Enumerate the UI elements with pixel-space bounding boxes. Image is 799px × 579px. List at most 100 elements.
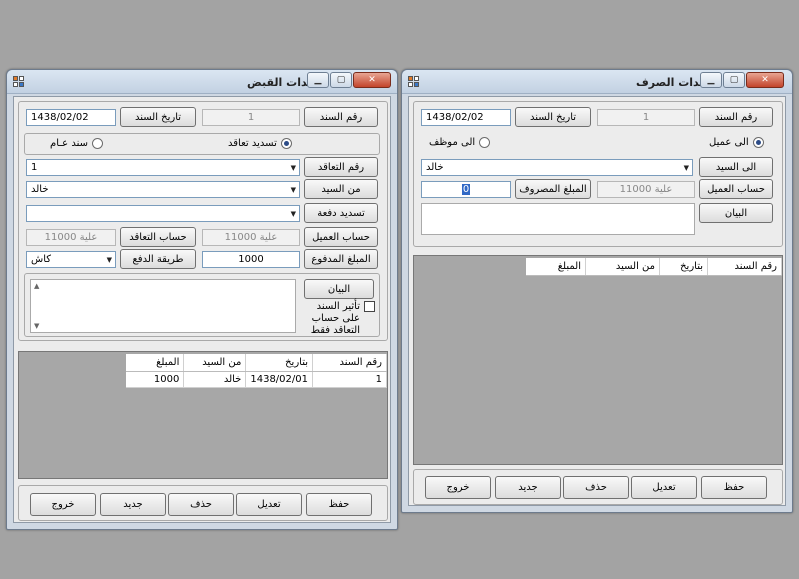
new-button[interactable]: جديد <box>100 493 166 516</box>
statement-label: البيان <box>699 203 773 223</box>
to-employee-radio[interactable]: الى موظف <box>429 137 491 148</box>
client-account-label: حساب العميل <box>699 179 773 199</box>
exit-button[interactable]: خروج <box>425 476 491 499</box>
radio-label: تسديد تعاقد <box>228 138 277 149</box>
date-label: تاريخ السند <box>515 107 591 127</box>
minimize-button[interactable]: ▁ <box>700 72 722 88</box>
spent-amount-field[interactable]: 0 <box>421 181 511 198</box>
combo-value: خالد <box>426 162 444 173</box>
combo-value: كاش <box>31 254 52 265</box>
radio-selected-icon <box>280 138 292 149</box>
radio-label: الى موظف <box>429 137 476 148</box>
cell-voucher-no: 1 <box>312 371 387 388</box>
contract-no-combo[interactable]: 1 ▼ <box>26 159 300 176</box>
client-account-field: علية 11000 <box>202 229 300 246</box>
radio-selected-icon <box>752 137 764 148</box>
vouchers-grid[interactable]: رقم السند بتاريخ من السيد المبلغ 1 1438/… <box>18 351 388 479</box>
radio-unselected-icon <box>91 138 103 149</box>
statement-textarea[interactable] <box>421 203 695 235</box>
table-row[interactable]: 1 1438/02/01 خالد 1000 <box>125 371 387 388</box>
vouchers-grid[interactable]: رقم السند بتاريخ من السيد المبلغ <box>413 255 783 465</box>
affect-contract-checkbox[interactable] <box>364 301 375 312</box>
paid-amount-label: المبلغ المدفوع <box>304 249 378 269</box>
dropdown-arrow-icon[interactable]: ▼ <box>684 164 689 172</box>
dropdown-arrow-icon[interactable]: ▼ <box>107 256 112 264</box>
close-button[interactable]: ✕ <box>353 72 391 88</box>
dropdown-arrow-icon[interactable]: ▼ <box>291 210 296 218</box>
spent-amount-label: المبلغ المصروف <box>515 179 591 199</box>
save-button[interactable]: حفظ <box>306 493 372 516</box>
col-from[interactable]: من السيد <box>183 354 247 372</box>
col-from[interactable]: من السيد <box>585 258 660 276</box>
payment-method-label: طريقة الدفع <box>120 249 196 269</box>
cell-amount: 1000 <box>125 371 185 388</box>
statement-textarea[interactable]: ▲ ▼ <box>30 279 296 333</box>
vouchers-table: رقم السند بتاريخ من السيد المبلغ <box>525 258 782 276</box>
combo-value: خالد <box>31 184 49 195</box>
combo-value: 1 <box>31 162 38 173</box>
installment-combo[interactable]: ▼ <box>26 205 300 222</box>
col-voucher-no[interactable]: رقم السند <box>312 354 387 372</box>
cell-from: خالد <box>183 371 247 388</box>
voucher-no-field: 1 <box>597 109 695 126</box>
radio-label: سند عـام <box>50 138 88 149</box>
cell-date: 1438/02/01 <box>245 371 313 388</box>
affect-contract-label: تأثير السند على حساب التعاقد فقط <box>310 301 360 336</box>
delete-button[interactable]: حذف <box>168 493 234 516</box>
edit-button[interactable]: تعديل <box>631 476 697 499</box>
maximize-button[interactable]: ▢ <box>330 72 352 88</box>
from-combo[interactable]: خالد ▼ <box>26 181 300 198</box>
close-button[interactable]: ✕ <box>746 72 784 88</box>
maximize-button[interactable]: ▢ <box>723 72 745 88</box>
to-label: الى السيد <box>699 157 773 177</box>
app-icon <box>408 76 420 88</box>
grid-header-row: رقم السند بتاريخ من السيد المبلغ <box>525 258 782 276</box>
title-bar[interactable]: سندات الصرف ▁ ▢ ✕ <box>402 70 792 94</box>
date-field[interactable]: 1438/02/02 <box>26 109 116 126</box>
scroll-down-icon[interactable]: ▼ <box>34 322 39 330</box>
client-account-field: علية 11000 <box>597 181 695 198</box>
date-field[interactable]: 1438/02/02 <box>421 109 511 126</box>
payment-method-combo[interactable]: كاش ▼ <box>26 251 116 268</box>
col-date[interactable]: بتاريخ <box>659 258 708 276</box>
to-client-radio[interactable]: الى عميل <box>709 137 764 148</box>
contract-no-label: رقم التعاقد <box>304 157 378 177</box>
contract-account-field: علية 11000 <box>26 229 116 246</box>
general-voucher-radio[interactable]: سند عـام <box>50 138 103 149</box>
date-label: تاريخ السند <box>120 107 196 127</box>
voucher-no-label: رقم السند <box>699 107 773 127</box>
paid-amount-field[interactable]: 1000 <box>202 251 300 268</box>
col-amount[interactable]: المبلغ <box>125 354 185 372</box>
radio-label: الى عميل <box>709 137 749 148</box>
scroll-up-icon[interactable]: ▲ <box>34 282 39 290</box>
window-client: رقم السند 1 تاريخ السند 1438/02/02 الى ع… <box>408 96 786 506</box>
voucher-no-field: 1 <box>202 109 300 126</box>
new-button[interactable]: جديد <box>495 476 561 499</box>
receipt-vouchers-window: سندات القبض ▁ ▢ ✕ رقم السند 1 تاريخ السن… <box>6 69 398 530</box>
grid-header-row: رقم السند بتاريخ من السيد المبلغ <box>125 354 387 372</box>
window-client: رقم السند 1 تاريخ السند 1438/02/02 تسديد… <box>13 96 391 523</box>
col-amount[interactable]: المبلغ <box>525 258 586 276</box>
radio-unselected-icon <box>479 137 491 148</box>
dropdown-arrow-icon[interactable]: ▼ <box>291 164 296 172</box>
edit-button[interactable]: تعديل <box>236 493 302 516</box>
col-voucher-no[interactable]: رقم السند <box>707 258 782 276</box>
title-bar[interactable]: سندات القبض ▁ ▢ ✕ <box>7 70 397 94</box>
spent-amount-value: 0 <box>461 184 471 195</box>
save-button[interactable]: حفظ <box>701 476 767 499</box>
installment-label: تسديد دفعة <box>304 203 378 223</box>
contract-payment-radio[interactable]: تسديد تعاقد <box>228 138 292 149</box>
vouchers-table: رقم السند بتاريخ من السيد المبلغ 1 1438/… <box>125 354 387 388</box>
minimize-button[interactable]: ▁ <box>307 72 329 88</box>
col-date[interactable]: بتاريخ <box>245 354 313 372</box>
exit-button[interactable]: خروج <box>30 493 96 516</box>
delete-button[interactable]: حذف <box>563 476 629 499</box>
client-account-label: حساب العميل <box>304 227 378 247</box>
statement-label: البيان <box>304 279 374 299</box>
dropdown-arrow-icon[interactable]: ▼ <box>291 186 296 194</box>
to-combo[interactable]: خالد ▼ <box>421 159 693 176</box>
payment-vouchers-window: سندات الصرف ▁ ▢ ✕ رقم السند 1 تاريخ السن… <box>401 69 793 513</box>
contract-account-label: حساب التعاقد <box>120 227 196 247</box>
app-icon <box>13 76 25 88</box>
from-label: من السيد <box>304 179 378 199</box>
